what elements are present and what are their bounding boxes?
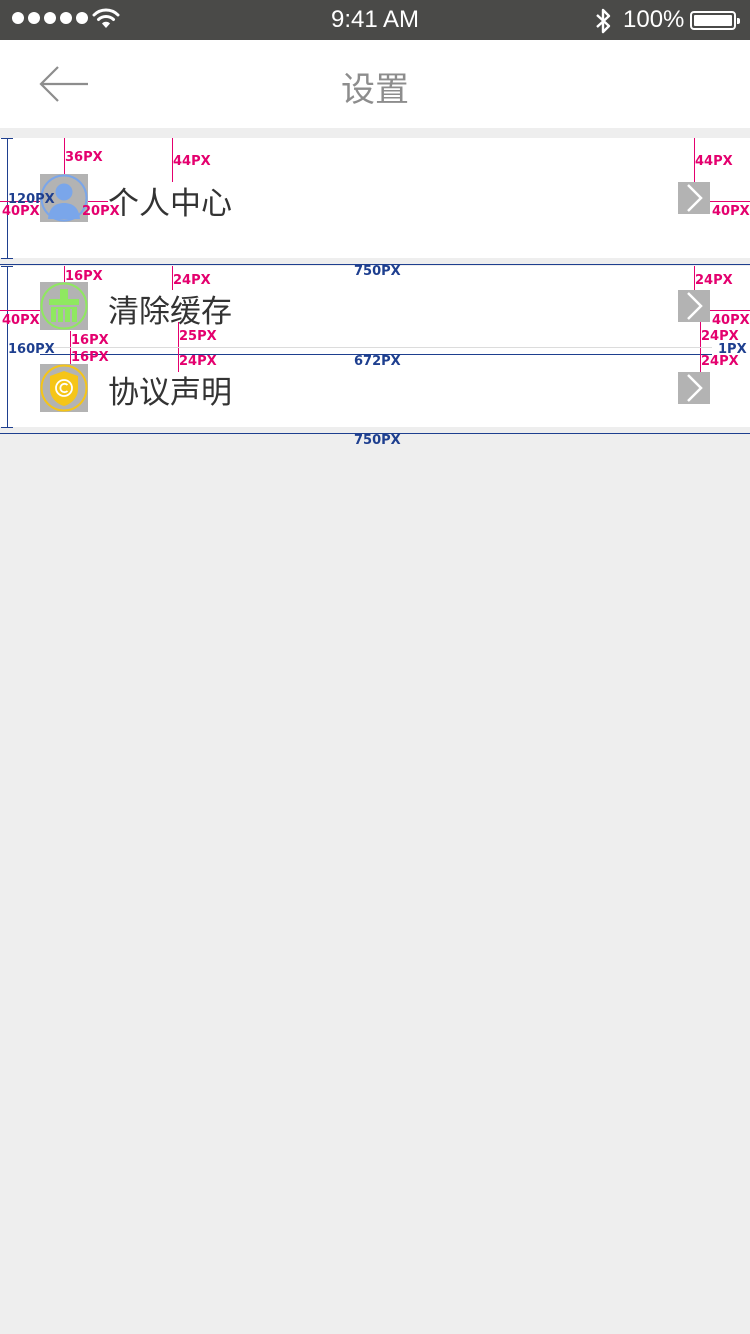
annotation-label: 44PX bbox=[173, 154, 211, 169]
annotation-guide bbox=[1, 266, 13, 267]
annotation-label: 750PX bbox=[354, 433, 401, 448]
chevron-right-icon bbox=[678, 372, 710, 404]
annotation-guide bbox=[710, 201, 750, 202]
settings-item-label: 个人中心 bbox=[108, 186, 232, 222]
annotation-label: 40PX bbox=[2, 204, 40, 219]
battery-percent: 100% bbox=[623, 6, 685, 33]
annotation-guide bbox=[88, 201, 108, 202]
copyright-shield-icon bbox=[40, 364, 88, 412]
annotation-label: 16PX bbox=[71, 350, 109, 365]
battery-icon bbox=[690, 11, 740, 30]
annotation-guide bbox=[0, 310, 40, 311]
annotation-guide bbox=[1, 427, 13, 428]
settings-item-label: 协议声明 bbox=[108, 375, 232, 411]
broom-icon bbox=[40, 282, 88, 330]
annotation-label: 20PX bbox=[82, 204, 120, 219]
annotation-label: 160PX bbox=[8, 342, 55, 357]
annotation-label: 24PX bbox=[701, 354, 739, 369]
annotation-guide bbox=[1, 138, 13, 139]
annotation-label: 750PX bbox=[354, 264, 401, 279]
chevron-right-icon bbox=[678, 182, 710, 214]
annotation-label: 24PX bbox=[179, 354, 217, 369]
annotation-guide bbox=[1, 258, 13, 259]
annotation-label: 40PX bbox=[2, 313, 40, 328]
chevron-right-icon bbox=[678, 290, 710, 322]
status-bar: 9:41 AM 100% bbox=[0, 0, 750, 40]
annotation-label: 36PX bbox=[65, 150, 103, 165]
nav-bar: 设置 bbox=[0, 40, 750, 128]
annotation-label: 672PX bbox=[354, 354, 401, 369]
annotation-label: 16PX bbox=[71, 333, 109, 348]
annotation-label: 40PX bbox=[712, 313, 750, 328]
annotation-label: 24PX bbox=[173, 273, 211, 288]
annotation-label: 16PX bbox=[65, 269, 103, 284]
page-title: 设置 bbox=[341, 70, 409, 110]
settings-item-profile[interactable]: 个人中心 bbox=[0, 158, 750, 238]
annotation-guide bbox=[710, 310, 750, 311]
bluetooth-icon bbox=[596, 8, 611, 34]
annotation-label: 44PX bbox=[695, 154, 733, 169]
settings-item-label: 清除缓存 bbox=[108, 294, 232, 330]
annotation-label: 40PX bbox=[712, 204, 750, 219]
annotation-label: 24PX bbox=[695, 273, 733, 288]
annotation-label: 25PX bbox=[179, 329, 217, 344]
settings-group-1: 个人中心 bbox=[0, 138, 750, 258]
settings-group-2: 清除缓存 协议声明 bbox=[0, 266, 750, 427]
